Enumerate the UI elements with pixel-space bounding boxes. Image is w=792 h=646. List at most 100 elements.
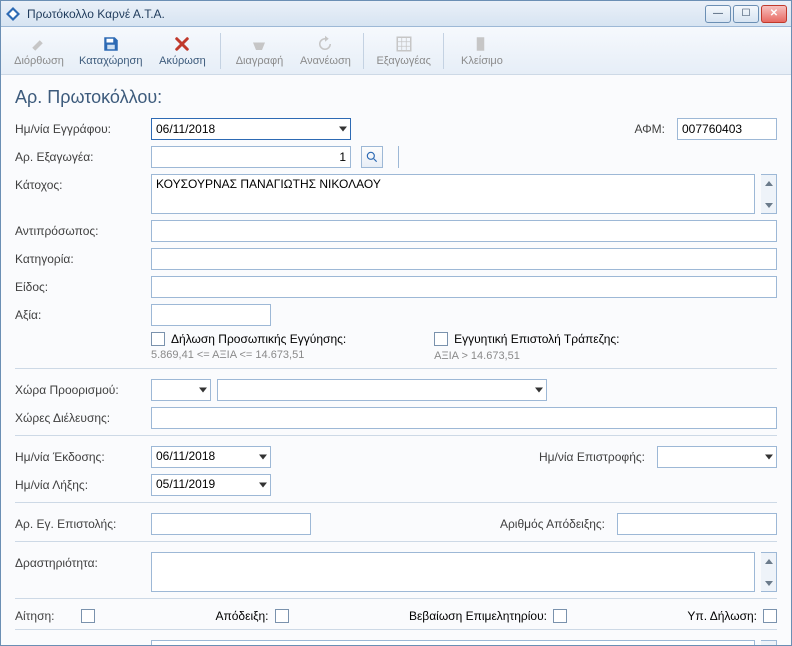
owner-value: ΚΟΥΣΟΥΡΝΑΣ ΠΑΝΑΓΙΩΤΗΣ ΝΙΚΟΛΑΟΥ xyxy=(156,177,381,191)
divider-6 xyxy=(15,629,777,630)
toolbar-correct-label: Διόρθωση xyxy=(14,55,64,67)
expiry-date-input[interactable]: 05/11/2019 xyxy=(151,474,271,496)
bank-letter-label: Εγγυητική Επιστολή Τράπεζης: xyxy=(454,332,619,346)
toolbar-refresh[interactable]: Ανανέωση xyxy=(293,29,357,73)
dest-country-code-combo[interactable] xyxy=(151,379,211,401)
application-label: Αίτηση: xyxy=(15,609,75,623)
afm-label: ΑΦΜ: xyxy=(634,122,665,136)
issue-date-label: Ημ/νία Έκδοσης: xyxy=(15,450,145,464)
receipt-no-input[interactable] xyxy=(617,513,777,535)
close-button[interactable]: ✕ xyxy=(761,5,787,23)
return-date-label: Ημ/νία Επιστροφής: xyxy=(539,450,645,464)
divider-1 xyxy=(15,368,777,369)
divider-5 xyxy=(15,598,777,599)
divider-2 xyxy=(15,435,777,436)
arrow-up-icon xyxy=(765,181,773,186)
toolbar-save-label: Καταχώρηση xyxy=(79,55,142,67)
receipt-checkbox[interactable] xyxy=(275,609,289,623)
remarks-scrollbar[interactable] xyxy=(761,640,777,645)
toolbar-sep-1 xyxy=(220,33,221,69)
activity-label: Δραστηριότητα: xyxy=(15,552,145,570)
edit-icon xyxy=(30,35,48,53)
arrow-down-icon xyxy=(765,203,773,208)
minimize-button[interactable]: — xyxy=(705,5,731,23)
chamber-cert-label: Βεβαίωση Επιμελητηρίου: xyxy=(409,609,547,623)
personal-guarantee-label: Δήλωση Προσωπικής Εγγύησης: xyxy=(171,332,346,346)
eg-letter-no-label: Αρ. Εγ. Επιστολής: xyxy=(15,517,145,531)
category-label: Κατηγορία: xyxy=(15,252,145,266)
scroll-down-button[interactable] xyxy=(761,197,776,213)
personal-guarantee-checkbox[interactable] xyxy=(151,332,165,346)
titlebar: Πρωτόκολλο Καρνέ Α.Τ.Α. — ☐ ✕ xyxy=(1,1,791,27)
form-body: Αρ. Πρωτοκόλλου: Ημ/νία Εγγράφου: 06/11/… xyxy=(1,75,791,645)
delete-icon xyxy=(250,35,268,53)
dest-country-name-combo[interactable] xyxy=(217,379,547,401)
bank-hint: ΑΞΙΑ > 14.673,51 xyxy=(434,350,520,362)
chamber-cert-checkbox[interactable] xyxy=(553,609,567,623)
value-input[interactable] xyxy=(151,304,271,326)
divider-3 xyxy=(15,502,777,503)
toolbar-correct[interactable]: Διόρθωση xyxy=(7,29,71,73)
chevron-down-icon xyxy=(259,483,267,488)
dest-country-label: Χώρα Προορισμού: xyxy=(15,383,145,397)
declaration-label: Υπ. Δήλωση: xyxy=(687,609,757,623)
refresh-icon xyxy=(316,35,334,53)
chevron-down-icon xyxy=(259,455,267,460)
declaration-checkbox[interactable] xyxy=(763,609,777,623)
activity-scrollbar[interactable] xyxy=(761,552,777,592)
representative-input[interactable] xyxy=(151,220,777,242)
exporter-no-label: Αρ. Εξαγωγέα: xyxy=(15,150,145,164)
expiry-date-value: 05/11/2019 xyxy=(156,477,215,491)
receipt-no-label: Αριθμός Απόδειξης: xyxy=(500,517,605,531)
kind-input[interactable] xyxy=(151,276,777,298)
issue-date-value: 06/11/2018 xyxy=(156,449,215,463)
scroll-up-button[interactable] xyxy=(761,641,776,645)
lookup-exporter-button[interactable] xyxy=(361,146,383,168)
toolbar-sep-3 xyxy=(443,33,444,69)
kind-label: Είδος: xyxy=(15,280,145,294)
issue-date-input[interactable]: 06/11/2018 xyxy=(151,446,271,468)
toolbar-delete[interactable]: Διαγραφή xyxy=(227,29,291,73)
scroll-down-button[interactable] xyxy=(761,575,776,591)
remarks-textarea[interactable] xyxy=(151,640,755,645)
transit-countries-input[interactable] xyxy=(151,407,777,429)
toolbar-close-label: Κλείσιμο xyxy=(461,55,503,67)
return-date-input[interactable] xyxy=(657,446,777,468)
toolbar-close[interactable]: Κλείσιμο xyxy=(450,29,514,73)
guarantee-hint: 5.869,41 <= ΑΞΙΑ <= 14.673,51 xyxy=(151,349,304,361)
toolbar-exporter[interactable]: Εξαγωγέας xyxy=(370,29,436,73)
owner-label: Κάτοχος: xyxy=(15,174,145,192)
application-checkbox[interactable] xyxy=(81,609,95,623)
afm-input[interactable] xyxy=(677,118,777,140)
grid-icon xyxy=(395,35,413,53)
toolbar-delete-label: Διαγραφή xyxy=(236,55,284,67)
exporter-no-input[interactable] xyxy=(151,146,351,168)
transit-countries-label: Χώρες Διέλευσης: xyxy=(15,411,145,425)
app-icon xyxy=(5,6,21,22)
bank-letter-checkbox[interactable] xyxy=(434,332,448,346)
app-window: Πρωτόκολλο Καρνέ Α.Τ.Α. — ☐ ✕ Διόρθωση Κ… xyxy=(0,0,792,646)
scroll-up-button[interactable] xyxy=(761,553,776,569)
lookup-separator xyxy=(393,146,399,168)
doc-date-value: 06/11/2018 xyxy=(156,122,215,136)
owner-scrollbar[interactable] xyxy=(761,174,777,214)
toolbar-cancel-label: Ακύρωση xyxy=(159,55,206,67)
owner-textarea[interactable]: ΚΟΥΣΟΥΡΝΑΣ ΠΑΝΑΓΙΩΤΗΣ ΝΙΚΟΛΑΟΥ xyxy=(151,174,755,214)
toolbar-save[interactable]: Καταχώρηση xyxy=(73,29,148,73)
toolbar: Διόρθωση Καταχώρηση Ακύρωση Διαγραφή Ανα… xyxy=(1,27,791,75)
activity-textarea[interactable] xyxy=(151,552,755,592)
remarks-label: Παρατηρήσεις: xyxy=(15,640,145,645)
divider-4 xyxy=(15,541,777,542)
arrow-down-icon xyxy=(765,581,773,586)
category-input[interactable] xyxy=(151,248,777,270)
eg-letter-no-input[interactable] xyxy=(151,513,311,535)
window-title: Πρωτόκολλο Καρνέ Α.Τ.Α. xyxy=(27,7,703,21)
scroll-up-button[interactable] xyxy=(761,175,776,191)
doc-date-combo[interactable]: 06/11/2018 xyxy=(151,118,351,140)
toolbar-sep-2 xyxy=(363,33,364,69)
maximize-button[interactable]: ☐ xyxy=(733,5,759,23)
arrow-up-icon xyxy=(765,559,773,564)
toolbar-cancel[interactable]: Ακύρωση xyxy=(150,29,214,73)
cancel-icon xyxy=(173,35,191,53)
receipt-label: Απόδειξη: xyxy=(215,609,268,623)
